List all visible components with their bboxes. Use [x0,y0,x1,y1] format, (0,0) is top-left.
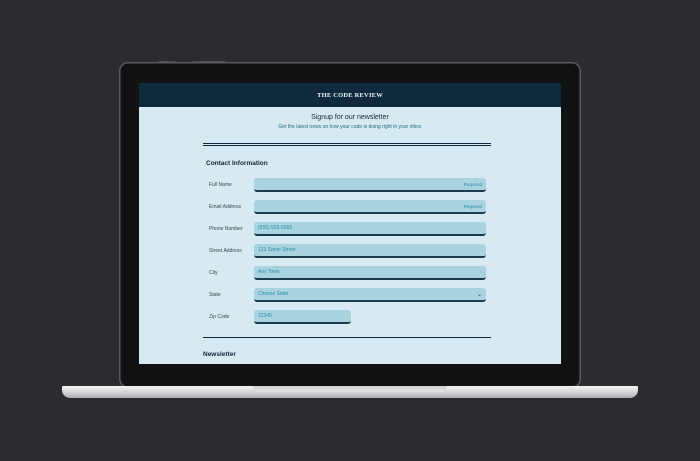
signup-heading: Signup for our newsletter [311,114,389,121]
contact-section-title: Contact Information [206,160,268,167]
full-name-required-tag: Required [463,181,482,187]
phone-label: Phone Number [209,226,243,232]
zip-input[interactable]: 12345 [254,310,351,324]
email-input[interactable]: Required [254,200,486,214]
zip-label: Zip Code [209,314,230,320]
form-row-street: Street Address 123 Some Street [209,244,486,258]
zip-placeholder: 12345 [258,313,272,319]
form-row-city: City Any Town [209,266,486,280]
state-placeholder: Choose State [258,291,289,297]
laptop-opening-notch [253,386,447,392]
site-header: THE CODE REVIEW [139,83,561,107]
laptop-screen: THE CODE REVIEW Signup for our newslette… [139,83,561,364]
form-row-full-name: Full Name Required [209,178,486,192]
street-label: Street Address [209,248,242,254]
email-required-tag: Required [463,203,482,209]
divider-bottom [203,337,491,338]
city-label: City [209,270,218,276]
newsletter-section-title: Newsletter [203,351,236,358]
divider-top-2 [203,145,491,146]
form-row-state: State Choose State ⌄ [209,288,486,302]
site-title: THE CODE REVIEW [317,91,383,99]
form-row-zip: Zip Code 12345 [209,310,486,324]
chevron-down-icon: ⌄ [476,291,482,298]
street-placeholder: 123 Some Street [258,247,296,253]
state-label: State [209,292,221,298]
phone-input[interactable]: (555) 555-5555 [254,222,486,236]
full-name-label: Full Name [209,182,232,188]
city-placeholder: Any Town [258,269,280,275]
street-input[interactable]: 123 Some Street [254,244,486,258]
phone-placeholder: (555) 555-5555 [258,225,293,231]
signup-subheading: Get the latest news on how your code is … [278,124,422,130]
form-row-phone: Phone Number (555) 555-5555 [209,222,486,236]
full-name-input[interactable]: Required [254,178,486,192]
city-input[interactable]: Any Town [254,266,486,280]
state-select[interactable]: Choose State ⌄ [254,288,486,302]
email-label: Email Address [209,204,241,210]
form-row-email: Email Address Required [209,200,486,214]
divider-top-1 [203,143,491,144]
